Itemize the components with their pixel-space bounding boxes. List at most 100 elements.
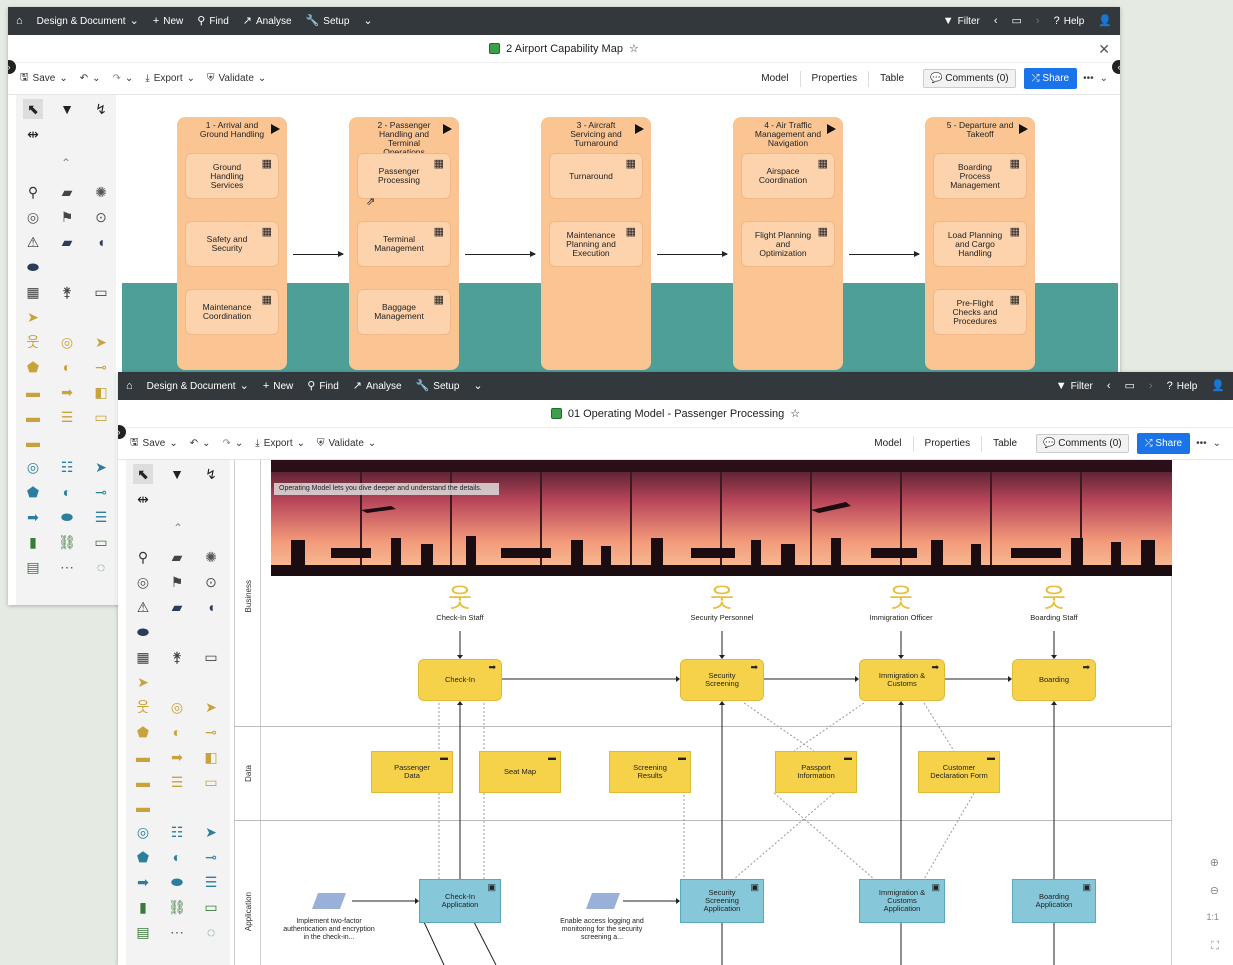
fit-width-icon[interactable]: ⇹ bbox=[23, 124, 43, 144]
back-button[interactable]: ‹ bbox=[994, 15, 998, 27]
process-immigration-customs[interactable]: Immigration & Customs ➡ bbox=[859, 659, 945, 701]
connector-icon[interactable]: ↯ bbox=[91, 99, 111, 119]
process-security-screening[interactable]: Security Screening ➡ bbox=[680, 659, 764, 701]
actor-boarding-staff[interactable]: 웃 Boarding Staff bbox=[1009, 583, 1099, 622]
requirement-icon[interactable] bbox=[586, 893, 620, 909]
rings-icon[interactable]: ◎ bbox=[133, 822, 153, 842]
redo-button[interactable]: ↷ ⌄ bbox=[223, 438, 244, 449]
capability-box[interactable]: Boarding Process Management ▦ bbox=[933, 153, 1027, 199]
tab-properties[interactable]: Properties bbox=[801, 70, 870, 87]
data-passenger-data[interactable]: Passenger Data ▬ bbox=[371, 751, 453, 793]
cylinder-icon[interactable]: ◖ bbox=[201, 597, 221, 617]
validate-button[interactable]: ⛨ Validate ⌄ bbox=[207, 73, 266, 84]
document-icon[interactable]: ▮ bbox=[133, 897, 153, 917]
event-icon[interactable]: ➤ bbox=[91, 332, 111, 352]
window-button[interactable]: ▭ bbox=[1012, 15, 1022, 27]
capability-column-arrival[interactable]: 1 - Arrival and Ground Handling Ground Ha… bbox=[177, 117, 287, 370]
list-icon[interactable]: ☰ bbox=[91, 507, 111, 527]
filter-icon[interactable]: ▼ bbox=[167, 464, 187, 484]
actor-icon[interactable]: 웃 bbox=[23, 332, 43, 352]
capability-column-servicing[interactable]: 3 - Aircraft Servicing and Turnaround Tur… bbox=[541, 117, 651, 370]
pill-icon[interactable]: ⬬ bbox=[167, 872, 187, 892]
app-boarding-application[interactable]: Boarding Application ▣ bbox=[1012, 879, 1096, 923]
list-icon[interactable]: ☰ bbox=[57, 407, 77, 427]
slant-icon[interactable]: ▰ bbox=[167, 597, 187, 617]
object-icon[interactable]: ▬ bbox=[23, 382, 43, 402]
chevron-down-icon[interactable]: ⌄ bbox=[1213, 438, 1221, 449]
zoom-in-icon[interactable]: ⊕ bbox=[1210, 856, 1219, 869]
wand-icon[interactable]: ⚵ bbox=[167, 647, 187, 667]
lollipop-icon[interactable]: ⊸ bbox=[201, 722, 221, 742]
parallelogram-icon[interactable]: ▰ bbox=[167, 547, 187, 567]
menu-design-document[interactable]: Design & Document ⌄ bbox=[147, 380, 249, 392]
menu-analyse[interactable]: ↗ Analyse bbox=[243, 15, 292, 27]
arrow-icon[interactable]: ➡ bbox=[133, 872, 153, 892]
capability-box[interactable]: Passenger Processing ▦ bbox=[357, 153, 451, 199]
monitor-icon[interactable]: ▭ bbox=[201, 897, 221, 917]
data-passport-information[interactable]: Passport Information ▬ bbox=[775, 751, 857, 793]
pill-icon[interactable]: ◧ bbox=[201, 747, 221, 767]
dart-icon[interactable]: ⊙ bbox=[91, 207, 111, 227]
dots-icon[interactable]: ⋯ bbox=[167, 922, 187, 942]
stack-icon[interactable]: ▤ bbox=[133, 922, 153, 942]
capability-box[interactable]: Terminal Management ▦ bbox=[357, 221, 451, 267]
fit-page-icon[interactable]: ⛶ bbox=[1211, 940, 1219, 953]
target-icon[interactable]: ◎ bbox=[23, 207, 43, 227]
requirement-note-1[interactable]: Implement two-factor authentication and … bbox=[282, 918, 376, 942]
forward-button[interactable]: › bbox=[1149, 380, 1153, 392]
stack-icon[interactable]: ▤ bbox=[23, 557, 43, 577]
cycle-icon[interactable]: ◌ bbox=[91, 557, 111, 577]
connector-icon[interactable]: ↯ bbox=[201, 464, 221, 484]
flag-icon[interactable]: ⚑ bbox=[167, 572, 187, 592]
event-icon[interactable]: ➤ bbox=[201, 697, 221, 717]
menu-design-document[interactable]: Design & Document ⌄ bbox=[37, 15, 139, 27]
interface-icon[interactable]: ◐ bbox=[167, 847, 187, 867]
rings-icon[interactable]: ◎ bbox=[57, 332, 77, 352]
user-button[interactable]: 👤 bbox=[1211, 380, 1225, 392]
list-icon[interactable]: ☰ bbox=[167, 772, 187, 792]
arrow-icon[interactable]: ➡ bbox=[167, 747, 187, 767]
zoom-out-icon[interactable]: ⊖ bbox=[1210, 884, 1219, 897]
actor-immigration-officer[interactable]: 웃 Immigration Officer bbox=[856, 583, 946, 622]
pill-icon[interactable]: ⬬ bbox=[57, 507, 77, 527]
process-boarding[interactable]: Boarding ➡ bbox=[1012, 659, 1096, 701]
dots-icon[interactable]: ⋯ bbox=[57, 557, 77, 577]
rounded-icon[interactable]: ▬ bbox=[23, 407, 43, 427]
undo-button[interactable]: ↶ ⌄ bbox=[190, 438, 211, 449]
object-icon[interactable]: ▬ bbox=[133, 747, 153, 767]
menu-find[interactable]: ⚲ Find bbox=[197, 15, 229, 27]
tab-table[interactable]: Table bbox=[982, 436, 1028, 452]
bookmark-icon[interactable]: ⬟ bbox=[23, 482, 43, 502]
cycle-icon[interactable]: ◌ bbox=[201, 922, 221, 942]
capability-column-atm[interactable]: 4 - Air Traffic Management and Navigatio… bbox=[733, 117, 843, 370]
collapse-panel-icon[interactable]: ‹ bbox=[1112, 60, 1120, 74]
capability-box[interactable]: Airspace Coordination ▦ bbox=[741, 153, 835, 199]
export-button[interactable]: ⤓ Export ⌄ bbox=[145, 73, 195, 84]
gear-icon[interactable]: ✺ bbox=[201, 547, 221, 567]
capability-icon[interactable]: ▦ bbox=[23, 282, 43, 302]
home-icon[interactable]: ⌂ bbox=[126, 380, 133, 392]
help-button[interactable]: ? Help bbox=[1054, 15, 1085, 27]
star-icon[interactable]: ☆ bbox=[790, 407, 800, 420]
interface-icon[interactable]: ◐ bbox=[57, 482, 77, 502]
redo-button[interactable]: ↷ ⌄ bbox=[113, 73, 134, 84]
list-icon[interactable]: ☷ bbox=[57, 457, 77, 477]
capability-box[interactable]: Baggage Management ▦ bbox=[357, 289, 451, 335]
bar-icon[interactable]: ▬ bbox=[23, 432, 43, 452]
save-button[interactable]: 🖫 Save ⌄ bbox=[130, 435, 178, 452]
user-button[interactable]: 👤 bbox=[1098, 15, 1112, 27]
actor-security-personnel[interactable]: 웃 Security Personnel bbox=[677, 583, 767, 622]
dart-icon[interactable]: ⊙ bbox=[201, 572, 221, 592]
chevron-up-icon[interactable]: ⌃ bbox=[126, 521, 230, 535]
share-button[interactable]: ⤮ Share bbox=[1023, 68, 1078, 89]
network-icon[interactable]: ⛓ bbox=[167, 897, 187, 917]
capability-box[interactable]: Maintenance Planning and Execution ▦ bbox=[549, 221, 643, 267]
bookmark-icon[interactable]: ⬟ bbox=[133, 722, 153, 742]
capability-box[interactable]: Load Planning and Cargo Handling ▦ bbox=[933, 221, 1027, 267]
requirement-note-2[interactable]: Enable access logging and monitoring for… bbox=[554, 918, 650, 942]
filter-button[interactable]: ▼ Filter bbox=[1056, 380, 1093, 392]
tab-table[interactable]: Table bbox=[869, 71, 915, 87]
menu-find[interactable]: ⚲ Find bbox=[307, 380, 339, 392]
pill-icon[interactable]: ◧ bbox=[91, 382, 111, 402]
battery-icon[interactable]: ▭ bbox=[201, 647, 221, 667]
